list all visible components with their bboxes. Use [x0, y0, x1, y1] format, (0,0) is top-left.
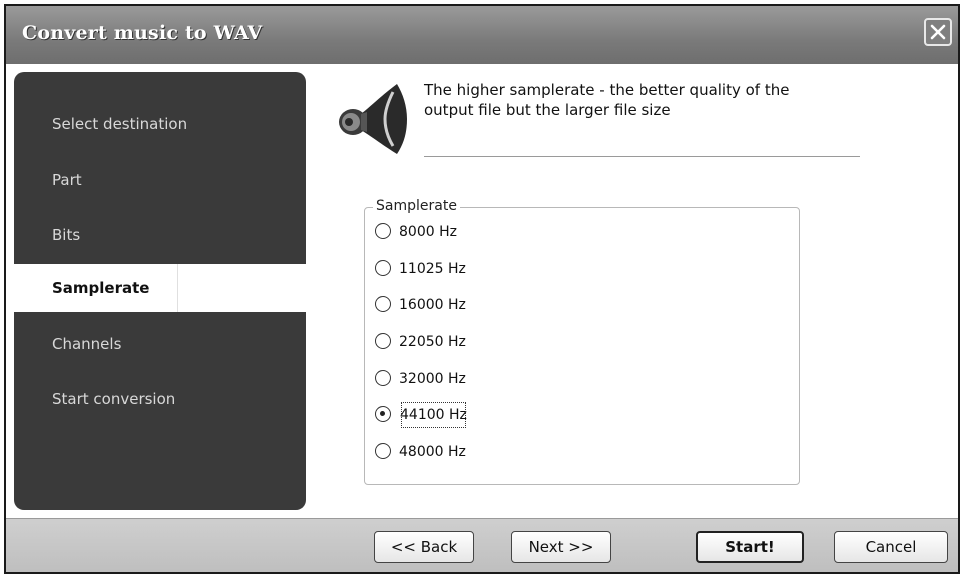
sidebar-item-channels[interactable]: Channels	[14, 320, 306, 368]
radio-button-selected[interactable]	[375, 406, 391, 422]
radio-button[interactable]	[375, 333, 391, 349]
radio-button[interactable]	[375, 223, 391, 239]
cancel-button[interactable]: Cancel	[834, 531, 948, 563]
close-button[interactable]	[924, 18, 952, 46]
wizard-steps-sidebar: Select destination Part Bits Samplerate …	[14, 72, 306, 510]
sidebar-item-select-destination[interactable]: Select destination	[14, 100, 306, 148]
sidebar-item-samplerate[interactable]: Samplerate	[14, 264, 306, 312]
convert-dialog: Convert music to WAV Select destination …	[4, 4, 960, 574]
radio-button[interactable]	[375, 260, 391, 276]
sidebar-item-part[interactable]: Part	[14, 156, 306, 204]
window-title: Convert music to WAV	[22, 22, 263, 44]
radio-label: 8000 Hz	[399, 224, 457, 240]
radio-label: 11025 Hz	[399, 261, 466, 277]
next-button[interactable]: Next >>	[511, 531, 611, 563]
radio-button[interactable]	[375, 296, 391, 312]
radio-label: 22050 Hz	[399, 334, 466, 350]
speaker-icon	[339, 84, 407, 154]
title-bar: Convert music to WAV	[6, 6, 958, 64]
radio-label: 16000 Hz	[399, 297, 466, 313]
back-button[interactable]: << Back	[374, 531, 474, 563]
description-line-1: The higher samplerate - the better quali…	[424, 81, 790, 99]
dialog-content: Select destination Part Bits Samplerate …	[6, 64, 958, 518]
radio-selected-dot	[380, 411, 385, 416]
start-button[interactable]: Start!	[696, 531, 804, 563]
sidebar-item-bits[interactable]: Bits	[14, 211, 306, 259]
description-divider	[424, 156, 860, 157]
close-icon	[930, 24, 946, 40]
radio-label: 48000 Hz	[399, 444, 466, 460]
radio-button[interactable]	[375, 370, 391, 386]
samplerate-description: The higher samplerate - the better quali…	[424, 80, 864, 120]
radio-label: 32000 Hz	[399, 371, 466, 387]
samplerate-group: Samplerate 8000 Hz 11025 Hz 16000 Hz 220…	[364, 198, 800, 485]
button-bar: << Back Next >> Start! Cancel	[6, 518, 958, 572]
radio-button[interactable]	[375, 443, 391, 459]
samplerate-group-legend: Samplerate	[373, 198, 460, 214]
radio-label: 44100 Hz	[399, 400, 468, 430]
sidebar-item-start-conversion[interactable]: Start conversion	[14, 375, 306, 423]
description-line-2: output file but the larger file size	[424, 101, 671, 119]
